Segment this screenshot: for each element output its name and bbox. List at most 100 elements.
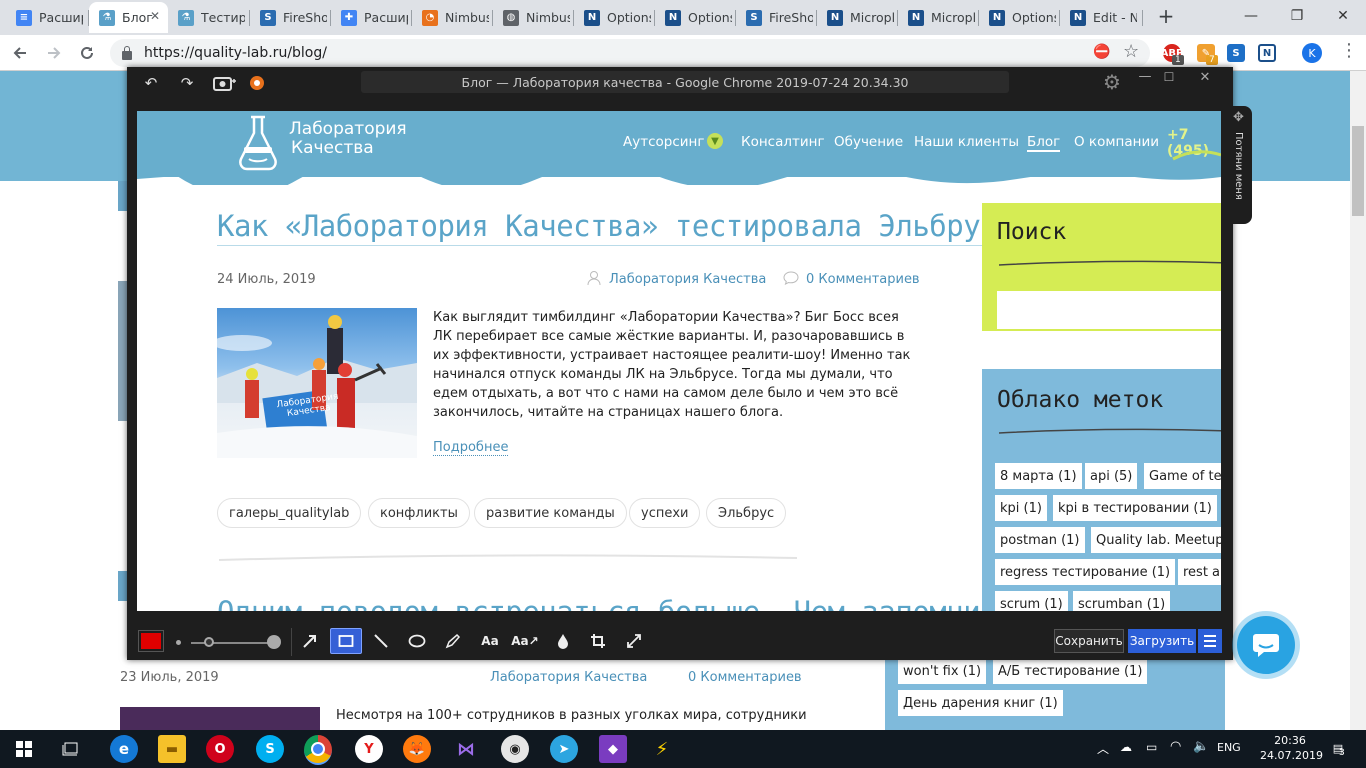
browser-tab[interactable]: ≡ Расшир bbox=[6, 2, 89, 33]
chrome-icon[interactable] bbox=[304, 735, 332, 765]
edge-icon[interactable]: e bbox=[110, 735, 138, 763]
captured-image[interactable]: Лаборатория Качества Аутсорсинг ▼ Консал… bbox=[137, 111, 1221, 611]
nav-blog[interactable]: Блог bbox=[1027, 134, 1061, 152]
browser-tab[interactable]: ◍ Nimbus bbox=[493, 2, 574, 33]
tag-pill[interactable]: успехи bbox=[629, 498, 701, 528]
address-bar[interactable]: https://quality-lab.ru/blog/ bbox=[110, 39, 1150, 67]
post-image[interactable]: Лаборатория Качества bbox=[217, 308, 417, 458]
tray-chevron-icon[interactable]: ︿ bbox=[1097, 740, 1109, 757]
cloud-tag[interactable]: kpi (1) bbox=[995, 495, 1047, 521]
post-title[interactable]: Как «Лаборатория Качества» тестировала Э… bbox=[217, 209, 998, 246]
opera-icon[interactable]: O bbox=[206, 735, 234, 763]
next-post-title[interactable]: Одним поводом встречаться больше. Чем за… bbox=[217, 595, 1032, 611]
tag-pill[interactable]: конфликты bbox=[368, 498, 470, 528]
cloud-tag[interactable]: regress тестирование (1) bbox=[995, 559, 1176, 585]
browser-tab[interactable]: N Options bbox=[979, 2, 1060, 33]
nimbus-extension-icon[interactable]: N bbox=[1258, 44, 1276, 62]
post-comments[interactable]: 0 Комментариев bbox=[806, 272, 920, 287]
browser-tab[interactable]: ⚗ Тестир bbox=[168, 2, 250, 33]
nav-training[interactable]: Обучение bbox=[834, 134, 903, 150]
line-tool[interactable] bbox=[367, 628, 395, 654]
settings-gear-icon[interactable]: ⚙ bbox=[1100, 70, 1124, 94]
gitkraken-icon[interactable]: ◆ bbox=[599, 735, 627, 763]
tray-app-icon[interactable]: ☁ bbox=[1120, 740, 1132, 754]
cloud-tag[interactable]: Game of te bbox=[1144, 463, 1221, 489]
browser-tab[interactable]: S FireSho bbox=[250, 2, 331, 33]
windows-start-icon[interactable] bbox=[10, 735, 38, 763]
cloud-tag[interactable]: rest a bbox=[1178, 559, 1221, 585]
nimbus-logo-icon[interactable] bbox=[245, 72, 269, 94]
cloud-tag[interactable]: scrum (1) bbox=[995, 591, 1068, 611]
crop-tool[interactable] bbox=[584, 628, 612, 654]
battery-icon[interactable]: ▭ bbox=[1146, 740, 1157, 754]
wifi-icon[interactable]: ◠ bbox=[1170, 739, 1181, 754]
nav-outsourcing[interactable]: Аутсорсинг bbox=[623, 134, 704, 150]
drag-handle[interactable]: ✥ Потяни меня bbox=[1230, 106, 1252, 224]
close-window-button[interactable]: ✕ bbox=[1320, 0, 1366, 32]
logo-text[interactable]: Лаборатория Качества bbox=[289, 120, 407, 158]
editor-close-button[interactable]: ✕ bbox=[1193, 66, 1217, 88]
firefox-icon[interactable]: 🦊 bbox=[403, 735, 431, 763]
bg-tag[interactable]: День дарения книг (1) bbox=[898, 690, 1063, 716]
cloud-tag[interactable]: scrumban (1) bbox=[1073, 591, 1171, 611]
volume-icon[interactable]: 🔈 bbox=[1193, 739, 1209, 754]
rectangle-tool[interactable] bbox=[330, 628, 362, 654]
post-author[interactable]: Лаборатория Качества bbox=[609, 272, 766, 287]
upload-menu-button[interactable] bbox=[1198, 629, 1222, 653]
profile-avatar[interactable]: K bbox=[1302, 43, 1322, 63]
search-input[interactable] bbox=[997, 291, 1221, 329]
browser-tab[interactable]: N Micropl bbox=[817, 2, 898, 33]
editor-maximize-button[interactable]: ☐ bbox=[1157, 66, 1181, 88]
task-view-icon[interactable] bbox=[57, 735, 85, 763]
browser-tab[interactable]: ✚ Расшир bbox=[331, 2, 412, 33]
pen-tool[interactable] bbox=[439, 628, 467, 654]
arrow-tool[interactable] bbox=[296, 628, 324, 654]
ellipse-tool[interactable] bbox=[403, 628, 431, 654]
nav-consulting[interactable]: Консалтинг bbox=[741, 134, 825, 150]
tag-pill[interactable]: галеры_qualitylab bbox=[217, 498, 362, 528]
chat-widget-button[interactable] bbox=[1237, 616, 1295, 674]
file-explorer-icon[interactable]: ▬ bbox=[158, 735, 186, 763]
clock[interactable]: 20:36 24.07.2019 bbox=[1260, 733, 1323, 763]
bookmark-star-icon[interactable]: ☆ bbox=[1123, 41, 1139, 62]
save-button[interactable]: Сохранить bbox=[1054, 629, 1124, 653]
color-picker[interactable] bbox=[138, 630, 164, 652]
chevron-down-icon[interactable]: ▼ bbox=[707, 133, 723, 149]
cloud-tag[interactable]: postman (1) bbox=[995, 527, 1085, 553]
notification-center-icon[interactable]: ▤ bbox=[1328, 738, 1348, 758]
telegram-icon[interactable]: ➤ bbox=[550, 735, 578, 763]
blur-tool[interactable] bbox=[549, 628, 577, 654]
editor-minimize-button[interactable]: — bbox=[1133, 65, 1157, 87]
reload-button[interactable] bbox=[75, 41, 99, 65]
close-tab-icon[interactable]: ✕ bbox=[150, 9, 160, 23]
browser-tab[interactable]: N Options bbox=[574, 2, 655, 33]
browser-tab[interactable]: N Options bbox=[655, 2, 736, 33]
new-tab-button[interactable]: + bbox=[1155, 4, 1177, 28]
menu-kebab-icon[interactable]: ⋮ bbox=[1340, 40, 1358, 61]
browser-tab[interactable]: S FireSho bbox=[736, 2, 817, 33]
bg-tag[interactable]: А/Б тестирование (1) bbox=[993, 658, 1148, 684]
nav-about[interactable]: О компании bbox=[1074, 134, 1159, 150]
media-player-icon[interactable]: ◉ bbox=[501, 735, 529, 763]
bg-tag[interactable]: won't fix (1) bbox=[898, 658, 987, 684]
blocked-popup-icon[interactable]: ⛔ bbox=[1093, 44, 1110, 60]
bg-post-author[interactable]: Лаборатория Качества bbox=[490, 670, 647, 685]
text-tool[interactable]: Aa bbox=[476, 628, 504, 654]
size-slider-track[interactable] bbox=[191, 642, 269, 644]
page-scrollbar[interactable] bbox=[1350, 71, 1366, 730]
browser-tab[interactable]: N Edit - N bbox=[1060, 2, 1143, 33]
redo-button[interactable]: ↷ bbox=[175, 72, 199, 94]
skype-icon[interactable]: S bbox=[256, 735, 284, 763]
restore-button[interactable]: ❐ bbox=[1274, 0, 1320, 32]
undo-button[interactable]: ↶ bbox=[139, 72, 163, 94]
browser-tab[interactable]: ⚗ Блог ✕ bbox=[89, 2, 168, 33]
resize-tool[interactable] bbox=[620, 628, 648, 654]
browser-tab[interactable]: N Micropl bbox=[898, 2, 979, 33]
nav-clients[interactable]: Наши клиенты bbox=[914, 134, 1019, 150]
cloud-tag[interactable]: Quality lab. Meetup bbox=[1091, 527, 1221, 553]
browser-tab[interactable]: ◔ Nimbus bbox=[412, 2, 493, 33]
cloud-tag[interactable]: kpi в тестировании (1) bbox=[1053, 495, 1217, 521]
minimize-button[interactable]: — bbox=[1228, 0, 1274, 32]
fireshot-extension-icon[interactable]: S bbox=[1227, 44, 1245, 62]
read-more-link[interactable]: Подробнее bbox=[433, 440, 509, 456]
